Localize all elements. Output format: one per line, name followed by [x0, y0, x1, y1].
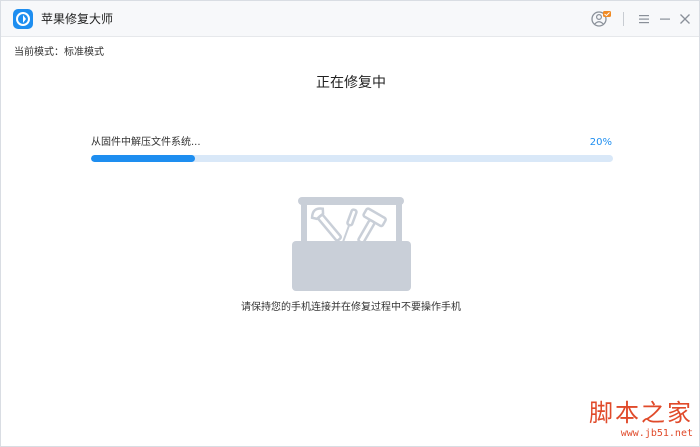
progress-percent: 20%: [589, 137, 612, 148]
progress-bar: [91, 155, 613, 162]
titlebar-separator: [623, 12, 624, 26]
current-mode-label: 当前模式：标准模式: [14, 47, 104, 58]
keep-connected-notice: 请保持您的手机连接并在修复过程中不要操作手机: [241, 302, 461, 313]
toolbox-icon: [289, 195, 414, 293]
watermark-url: www.jb51.net: [620, 428, 693, 439]
watermark-main: 脚本之家: [589, 399, 693, 427]
app-title: 苹果修复大师: [41, 12, 114, 26]
menu-icon[interactable]: [637, 11, 651, 27]
app-logo-icon: [13, 9, 33, 29]
user-account-icon[interactable]: [591, 10, 611, 28]
progress-status-label: 从固件中解压文件系统...: [91, 137, 201, 148]
app-window: 苹果修复大师 当前模式：标准模式 正在修复中 从固件中解压文件系统... 20%…: [0, 0, 700, 447]
page-title: 正在修复中: [316, 75, 386, 91]
titlebar: 苹果修复大师: [1, 1, 699, 37]
progress-bar-fill: [91, 155, 196, 162]
site-watermark: 脚本之家 www.jb51.net: [573, 399, 693, 443]
minimize-icon[interactable]: [658, 11, 672, 27]
close-icon[interactable]: [678, 11, 692, 27]
